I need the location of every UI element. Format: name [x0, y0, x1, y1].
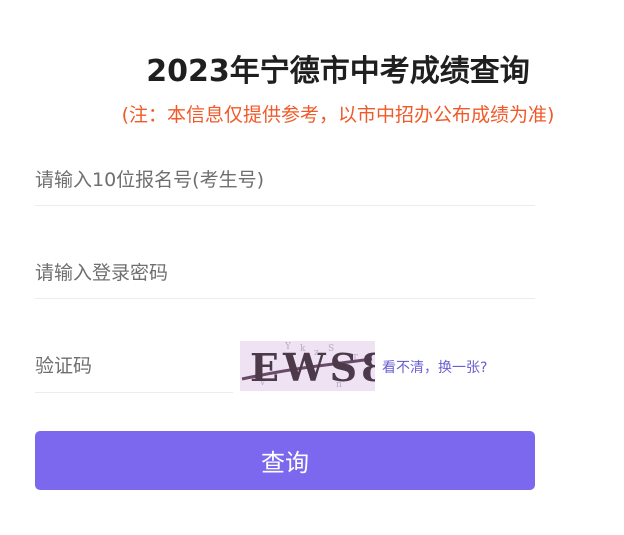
refresh-captcha-link[interactable]: 看不清，换一张? [382, 357, 487, 377]
password-field-wrapper [35, 253, 535, 299]
notice-text: (注：本信息仅提供参考，以市中招办公布成绩为准) [121, 104, 555, 126]
captcha-graphic: k z S v n T Y EWS8 [240, 341, 375, 391]
query-button[interactable]: 查询 [35, 431, 535, 490]
password-input[interactable] [35, 253, 535, 293]
captcha-image[interactable]: k z S v n T Y EWS8 [240, 341, 375, 391]
registration-number-input[interactable] [35, 160, 535, 200]
captcha-input[interactable] [35, 346, 233, 386]
captcha-field-wrapper [35, 346, 233, 393]
registration-number-field-wrapper [35, 160, 535, 206]
page-title: 2023年宁德市中考成绩查询 [146, 54, 530, 89]
captcha-text: EWS8 [250, 345, 375, 390]
login-page: 2023年宁德市中考成绩查询 (注：本信息仅提供参考，以市中招办公布成绩为准) … [0, 0, 624, 535]
